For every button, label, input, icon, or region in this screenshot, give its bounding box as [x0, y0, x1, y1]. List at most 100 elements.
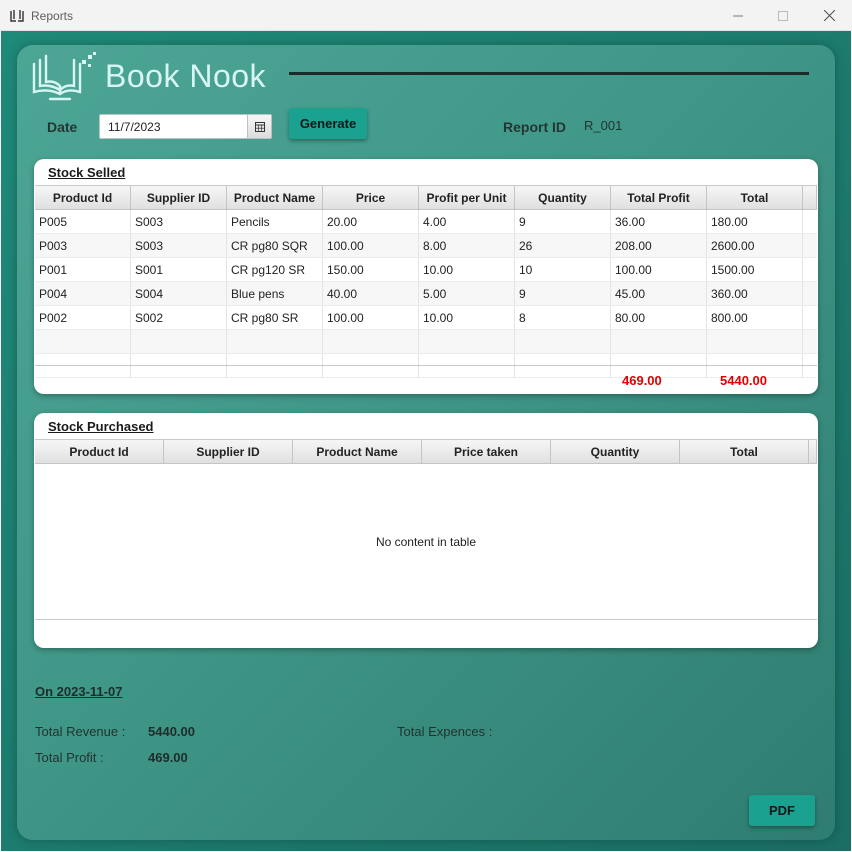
purchased-divider — [35, 619, 817, 620]
close-icon — [823, 10, 835, 21]
table-cell: 45.00 — [611, 282, 707, 305]
total-sum: 5440.00 — [720, 373, 767, 388]
pdf-button[interactable]: PDF — [749, 795, 815, 826]
table-row[interactable] — [35, 330, 817, 354]
column-header[interactable]: Price taken — [422, 440, 551, 463]
column-header[interactable]: Supplier ID — [164, 440, 293, 463]
table-cell: 10 — [515, 258, 611, 281]
close-button[interactable] — [806, 0, 852, 31]
table-cell — [611, 330, 707, 353]
table-cell: 180.00 — [707, 210, 803, 233]
table-cell — [707, 330, 803, 353]
table-row[interactable]: P004 S004 Blue pens 40.00 5.00 9 45.00 360.00 — [35, 282, 817, 306]
brand-title: Book Nook — [105, 58, 267, 94]
table-cell — [419, 330, 515, 353]
table-cell: S001 — [131, 258, 227, 281]
table-cell — [131, 330, 227, 353]
column-header[interactable]: Quantity — [551, 440, 680, 463]
table-cell: 10.00 — [419, 306, 515, 329]
table-cell: 150.00 — [323, 258, 419, 281]
date-label: Date — [47, 119, 78, 135]
stock-selled-title: Stock Selled — [48, 165, 126, 180]
totals-divider — [35, 365, 817, 366]
stock-purchased-panel: Stock Purchased Product Id Supplier ID Pro… — [34, 413, 818, 648]
column-header[interactable]: Product Name — [293, 440, 422, 463]
table-cell — [227, 330, 323, 353]
column-header[interactable]: Quantity — [515, 186, 611, 209]
table-cell: 4.00 — [419, 210, 515, 233]
minimize-button[interactable] — [715, 0, 761, 31]
report-id-label: Report ID — [503, 119, 566, 135]
title-bar: Reports — [0, 0, 852, 31]
window-title: Reports — [31, 9, 74, 23]
total-expences-label: Total Expences : — [397, 724, 493, 739]
table-cell: 2600.00 — [707, 234, 803, 257]
table-cell: 8.00 — [419, 234, 515, 257]
column-header[interactable]: Total Profit — [611, 186, 707, 209]
table-cell: S002 — [131, 306, 227, 329]
table-cell: 100.00 — [611, 258, 707, 281]
stock-selled-table[interactable]: Product Id Supplier ID Product Name Price Pr… — [35, 185, 817, 378]
total-revenue-label: Total Revenue : — [35, 724, 126, 739]
app-book-icon — [10, 10, 24, 22]
maximize-button[interactable] — [760, 0, 806, 31]
stock-selled-panel: Stock Selled Product Id Supplier ID Produc… — [34, 159, 818, 394]
table-cell — [515, 330, 611, 353]
table-cell: 100.00 — [323, 234, 419, 257]
stock-purchased-table[interactable]: Product Id Supplier ID Product Name Price t… — [35, 439, 817, 464]
table-cell — [323, 330, 419, 353]
minimize-icon — [733, 15, 743, 16]
table-cell: 800.00 — [707, 306, 803, 329]
stock-purchased-title: Stock Purchased — [48, 419, 154, 434]
total-profit-value: 469.00 — [148, 750, 188, 765]
calendar-button[interactable] — [247, 115, 271, 138]
column-header[interactable]: Price — [323, 186, 419, 209]
maximize-icon — [778, 10, 788, 21]
table-cell: 1500.00 — [707, 258, 803, 281]
table-cell: P002 — [35, 306, 131, 329]
total-profit-label: Total Profit : — [35, 750, 104, 765]
table-cell: 20.00 — [323, 210, 419, 233]
total-revenue-value: 5440.00 — [148, 724, 195, 739]
header-divider — [289, 72, 809, 75]
table-row[interactable]: P005 S003 Pencils 20.00 4.00 9 36.00 180.00 — [35, 210, 817, 234]
table-row[interactable]: P003 S003 CR pg80 SQR 100.00 8.00 26 208.00 260… — [35, 234, 817, 258]
table-cell: P005 — [35, 210, 131, 233]
column-header[interactable]: Product Id — [35, 186, 131, 209]
table-cell: CR pg80 SQR — [227, 234, 323, 257]
table-header: Product Id Supplier ID Product Name Price Pr… — [35, 186, 817, 210]
column-header[interactable]: Supplier ID — [131, 186, 227, 209]
empty-table-message: No content in table — [375, 535, 477, 549]
table-cell: 9 — [515, 282, 611, 305]
table-header: Product Id Supplier ID Product Name Price t… — [35, 440, 817, 464]
table-cell: 26 — [515, 234, 611, 257]
table-cell: 9 — [515, 210, 611, 233]
report-id-value: R_001 — [584, 118, 623, 133]
generate-button[interactable]: Generate — [289, 108, 367, 139]
column-header[interactable]: Total — [707, 186, 803, 209]
table-row[interactable] — [35, 354, 817, 378]
date-value[interactable]: 11/7/2023 — [108, 120, 161, 134]
table-row[interactable]: P001 S001 CR pg120 SR 150.00 10.00 10 100.00 15… — [35, 258, 817, 282]
table-cell: CR pg120 SR — [227, 258, 323, 281]
table-cell: S003 — [131, 234, 227, 257]
book-logo-icon — [32, 52, 96, 101]
column-header[interactable]: Product Name — [227, 186, 323, 209]
summary-date: On 2023-11-07 — [35, 684, 123, 699]
header-filler — [809, 440, 817, 463]
calendar-icon — [254, 121, 265, 132]
table-cell: 40.00 — [323, 282, 419, 305]
table-row[interactable]: P002 S002 CR pg80 SR 100.00 10.00 8 80.00 800.0… — [35, 306, 817, 330]
table-cell: 100.00 — [323, 306, 419, 329]
table-cell: Pencils — [227, 210, 323, 233]
table-cell: P003 — [35, 234, 131, 257]
total-profit-sum: 469.00 — [622, 373, 662, 388]
date-picker[interactable]: 11/7/2023 — [99, 114, 272, 139]
table-cell: P001 — [35, 258, 131, 281]
column-header[interactable]: Product Id — [35, 440, 164, 463]
column-header[interactable]: Profit per Unit — [419, 186, 515, 209]
table-cell: P004 — [35, 282, 131, 305]
table-cell: 8 — [515, 306, 611, 329]
column-header[interactable]: Total — [680, 440, 809, 463]
table-cell: 80.00 — [611, 306, 707, 329]
